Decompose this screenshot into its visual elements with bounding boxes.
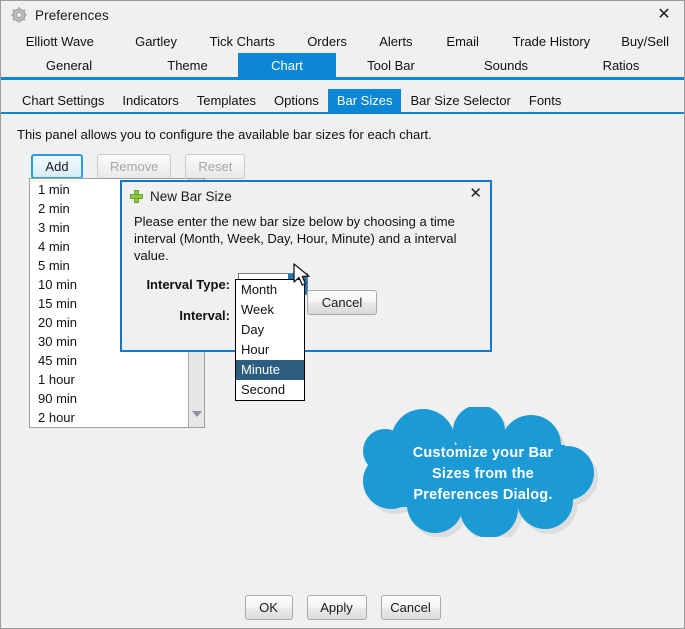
tab-bar: Elliott Wave Gartley Tick Charts Orders …: [1, 29, 684, 80]
remove-button[interactable]: Remove: [97, 154, 172, 179]
reset-button[interactable]: Reset: [185, 154, 246, 179]
tab-general[interactable]: General: [1, 53, 137, 77]
interval-type-dropdown[interactable]: Month Week Day Hour Minute Second: [235, 279, 305, 401]
tab-alerts[interactable]: Alerts: [363, 29, 429, 53]
plus-icon: [130, 190, 143, 203]
tab-underline: [1, 77, 684, 80]
callout-cloud: Customize your Bar Sizes from the Prefer…: [349, 405, 617, 543]
tab-tool-bar[interactable]: Tool Bar: [336, 53, 446, 77]
chevron-down-icon[interactable]: [191, 411, 202, 417]
subtab-bar-sizes[interactable]: Bar Sizes: [327, 89, 402, 112]
dropdown-option-hour[interactable]: Hour: [236, 340, 304, 360]
dropdown-option-day[interactable]: Day: [236, 320, 304, 340]
tab-row-secondary: General Theme Chart Tool Bar Sounds Rati…: [1, 53, 684, 77]
dropdown-option-month[interactable]: Month: [236, 280, 304, 300]
tab-theme[interactable]: Theme: [137, 53, 238, 77]
tab-ratios[interactable]: Ratios: [566, 53, 676, 77]
callout-line-2: Sizes from the: [432, 466, 534, 482]
cancel-button[interactable]: Cancel: [380, 595, 441, 620]
list-item[interactable]: 90 min: [30, 388, 204, 407]
footer-buttons: OK Apply Cancel: [1, 595, 684, 620]
dropdown-option-week[interactable]: Week: [236, 300, 304, 320]
dialog-title: New Bar Size: [150, 189, 232, 204]
dialog-cancel-button[interactable]: Cancel: [306, 290, 378, 315]
window-title: Preferences: [35, 7, 109, 23]
tab-chart[interactable]: Chart: [238, 53, 336, 77]
dialog-buttons: OK Cancel: [122, 290, 490, 315]
callout-line-3: Preferences Dialog.: [413, 487, 553, 503]
add-button[interactable]: Add: [31, 154, 83, 179]
dropdown-option-minute[interactable]: Minute: [236, 360, 304, 380]
dropdown-option-second[interactable]: Second: [236, 380, 304, 400]
subtab-fonts[interactable]: Fonts: [520, 89, 571, 112]
ok-button[interactable]: OK: [244, 595, 293, 620]
new-bar-size-dialog: New Bar Size ✕ Please enter the new bar …: [120, 180, 492, 352]
tab-tick-charts[interactable]: Tick Charts: [193, 29, 291, 53]
subtab-options[interactable]: Options: [265, 89, 328, 112]
list-item[interactable]: 45 min: [30, 350, 204, 369]
panel-action-buttons: Add Remove Reset: [1, 142, 684, 179]
panel-description: This panel allows you to configure the a…: [17, 127, 432, 142]
list-item[interactable]: 1 hour: [30, 369, 204, 388]
gear-icon: [11, 7, 27, 23]
subtab-chart-settings[interactable]: Chart Settings: [13, 89, 113, 112]
tab-email[interactable]: Email: [429, 29, 497, 53]
subtab-templates[interactable]: Templates: [188, 89, 265, 112]
close-icon[interactable]: ✕: [655, 7, 673, 25]
dialog-title-bar: New Bar Size ✕: [122, 182, 490, 204]
sub-tab-bar: Chart Settings Indicators Templates Opti…: [1, 89, 684, 112]
dialog-close-icon[interactable]: ✕: [469, 186, 482, 201]
list-item[interactable]: 2 hour: [30, 407, 204, 426]
tab-orders[interactable]: Orders: [291, 29, 363, 53]
callout-line-1: Customize your Bar: [412, 445, 554, 461]
tab-trade-history[interactable]: Trade History: [497, 29, 607, 53]
subtab-indicators[interactable]: Indicators: [113, 89, 187, 112]
tab-gartley[interactable]: Gartley: [119, 29, 194, 53]
tab-elliott-wave[interactable]: Elliott Wave: [1, 29, 119, 53]
tab-buy-sell[interactable]: Buy/Sell: [606, 29, 684, 53]
subtab-bar-size-selector[interactable]: Bar Size Selector: [401, 89, 519, 112]
callout-text: Customize your Bar Sizes from the Prefer…: [349, 443, 617, 506]
tab-sounds[interactable]: Sounds: [446, 53, 566, 77]
dialog-description: Please enter the new bar size below by c…: [134, 214, 457, 263]
apply-button[interactable]: Apply: [306, 595, 367, 620]
preferences-window: Preferences ✕ Elliott Wave Gartley Tick …: [0, 0, 685, 629]
title-bar: Preferences ✕: [1, 1, 684, 29]
tab-row-primary: Elliott Wave Gartley Tick Charts Orders …: [1, 29, 684, 53]
